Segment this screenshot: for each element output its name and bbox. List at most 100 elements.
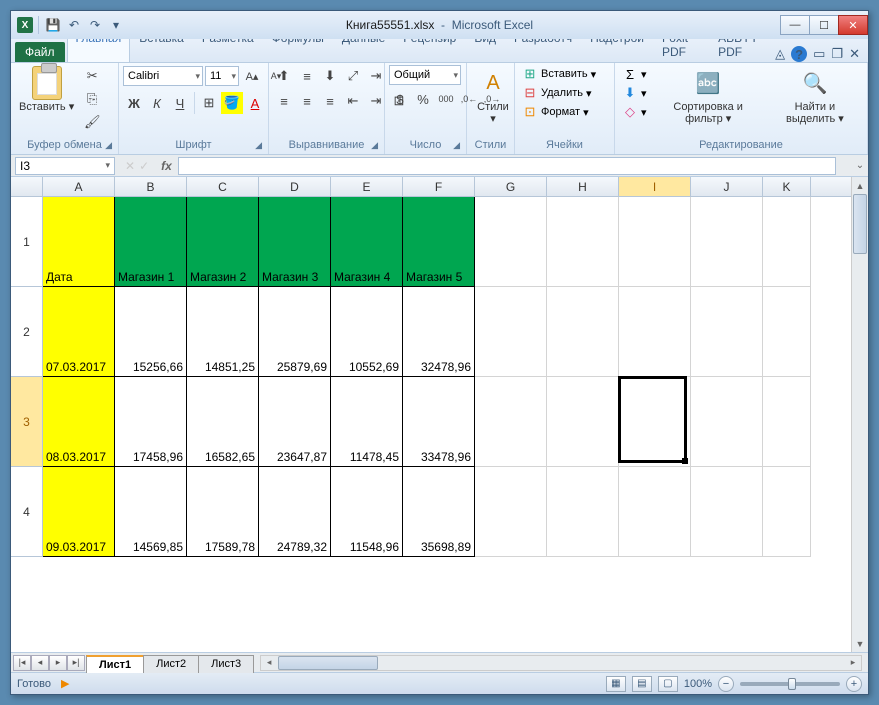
font-name-combo[interactable]: Calibri — [123, 66, 203, 86]
next-sheet-button[interactable]: ▸ — [49, 655, 67, 671]
column-header-F[interactable]: F — [403, 177, 475, 196]
decrease-indent-button[interactable]: ⇤ — [342, 90, 364, 112]
align-left-button[interactable]: ≡ — [273, 90, 295, 112]
column-header-I[interactable]: I — [619, 177, 691, 196]
comma-button[interactable]: 000 — [435, 88, 457, 110]
cell-E1[interactable]: Магазин 4 — [331, 197, 403, 287]
minimize-button[interactable]: — — [780, 15, 810, 35]
cell-B4[interactable]: 14569,85 — [115, 467, 187, 557]
align-top-button[interactable]: ⬆ — [273, 65, 295, 87]
first-sheet-button[interactable]: |◂ — [13, 655, 31, 671]
window-min-icon[interactable]: ▭ — [813, 46, 825, 62]
cell-H3[interactable] — [547, 377, 619, 467]
cut-button[interactable]: ✂ — [81, 65, 103, 87]
column-header-K[interactable]: K — [763, 177, 811, 196]
page-break-view-button[interactable]: ▢ — [658, 676, 678, 692]
zoom-in-button[interactable]: + — [846, 676, 862, 692]
cell-G4[interactable] — [475, 467, 547, 557]
cell-A1[interactable]: Дата — [43, 197, 115, 287]
cell-A2[interactable]: 07.03.2017 — [43, 287, 115, 377]
cell-K1[interactable] — [763, 197, 811, 287]
cell-C2[interactable]: 14851,25 — [187, 287, 259, 377]
scroll-left-button[interactable]: ◂ — [261, 657, 277, 668]
cell-J2[interactable] — [691, 287, 763, 377]
cell-G1[interactable] — [475, 197, 547, 287]
zoom-level[interactable]: 100% — [684, 678, 712, 690]
column-header-H[interactable]: H — [547, 177, 619, 196]
cell-F2[interactable]: 32478,96 — [403, 287, 475, 377]
minimize-ribbon-icon[interactable]: ◬ — [775, 46, 785, 62]
fill-button[interactable]: ⬇▾ — [619, 84, 650, 102]
cell-D2[interactable]: 25879,69 — [259, 287, 331, 377]
enter-formula-icon[interactable]: ✓ — [139, 159, 149, 173]
vertical-scrollbar[interactable]: ▲ ▼ — [851, 177, 868, 652]
currency-button[interactable]: $ — [389, 88, 411, 110]
cell-F1[interactable]: Магазин 5 — [403, 197, 475, 287]
align-right-button[interactable]: ≡ — [319, 90, 341, 112]
column-header-B[interactable]: B — [115, 177, 187, 196]
cell-H2[interactable] — [547, 287, 619, 377]
align-middle-button[interactable]: ≡ — [296, 65, 318, 87]
column-header-A[interactable]: A — [43, 177, 115, 196]
insert-cells-button[interactable]: ⊞Вставить ▾ — [519, 65, 599, 83]
cell-D1[interactable]: Магазин 3 — [259, 197, 331, 287]
scroll-thumb[interactable] — [853, 194, 867, 254]
cell-I2[interactable] — [619, 287, 691, 377]
cell-D4[interactable]: 24789,32 — [259, 467, 331, 557]
sheet-tab-Лист2[interactable]: Лист2 — [143, 655, 199, 673]
hscroll-thumb[interactable] — [278, 656, 378, 670]
underline-button[interactable]: Ч — [169, 92, 191, 114]
cell-J4[interactable] — [691, 467, 763, 557]
cell-B2[interactable]: 15256,66 — [115, 287, 187, 377]
save-button[interactable]: 💾 — [44, 16, 62, 34]
cell-J3[interactable] — [691, 377, 763, 467]
font-color-button[interactable]: A — [244, 92, 266, 114]
percent-button[interactable]: % — [412, 88, 434, 110]
qat-customize[interactable]: ▾ — [107, 16, 125, 34]
normal-view-button[interactable]: ▦ — [606, 676, 626, 692]
maximize-button[interactable]: ☐ — [809, 15, 839, 35]
cell-H4[interactable] — [547, 467, 619, 557]
column-header-C[interactable]: C — [187, 177, 259, 196]
grow-font-button[interactable]: A▴ — [241, 65, 263, 87]
cell-K4[interactable] — [763, 467, 811, 557]
cell-D3[interactable]: 23647,87 — [259, 377, 331, 467]
cell-K2[interactable] — [763, 287, 811, 377]
fx-icon[interactable]: fx — [155, 159, 178, 173]
cell-F3[interactable]: 33478,96 — [403, 377, 475, 467]
zoom-out-button[interactable]: − — [718, 676, 734, 692]
border-button[interactable]: ⊞ — [198, 92, 220, 114]
cell-F4[interactable]: 35698,89 — [403, 467, 475, 557]
row-header-1[interactable]: 1 — [11, 197, 43, 287]
row-header-4[interactable]: 4 — [11, 467, 43, 557]
cell-B1[interactable]: Магазин 1 — [115, 197, 187, 287]
scroll-right-button[interactable]: ▸ — [845, 657, 861, 668]
column-header-E[interactable]: E — [331, 177, 403, 196]
macro-record-icon[interactable]: ▶ — [61, 677, 69, 690]
cell-B3[interactable]: 17458,96 — [115, 377, 187, 467]
cell-K3[interactable] — [763, 377, 811, 467]
prev-sheet-button[interactable]: ◂ — [31, 655, 49, 671]
wrap-text-button[interactable]: ⇥ — [365, 65, 387, 87]
italic-button[interactable]: К — [146, 92, 168, 114]
scroll-up-button[interactable]: ▲ — [852, 177, 868, 194]
column-header-G[interactable]: G — [475, 177, 547, 196]
page-layout-view-button[interactable]: ▤ — [632, 676, 652, 692]
sort-filter-button[interactable]: 🔤 Сортировка и фильтр ▾ — [653, 65, 764, 127]
formula-input[interactable] — [178, 157, 836, 175]
number-format-combo[interactable]: Общий — [389, 65, 461, 85]
cancel-formula-icon[interactable]: ✕ — [125, 159, 135, 173]
styles-button[interactable]: A Стили ▾ — [471, 65, 515, 127]
zoom-slider[interactable] — [740, 682, 840, 686]
clear-button[interactable]: ◇▾ — [619, 103, 650, 121]
cell-I3[interactable] — [619, 377, 691, 467]
file-tab[interactable]: Файл — [15, 42, 65, 62]
row-header-2[interactable]: 2 — [11, 287, 43, 377]
bold-button[interactable]: Ж — [123, 92, 145, 114]
find-select-button[interactable]: 🔍 Найти и выделить ▾ — [767, 65, 863, 127]
fill-color-button[interactable]: 🪣 — [221, 92, 243, 114]
last-sheet-button[interactable]: ▸| — [67, 655, 85, 671]
redo-button[interactable]: ↷ — [86, 16, 104, 34]
align-bottom-button[interactable]: ⬇ — [319, 65, 341, 87]
cell-A3[interactable]: 08.03.2017 — [43, 377, 115, 467]
